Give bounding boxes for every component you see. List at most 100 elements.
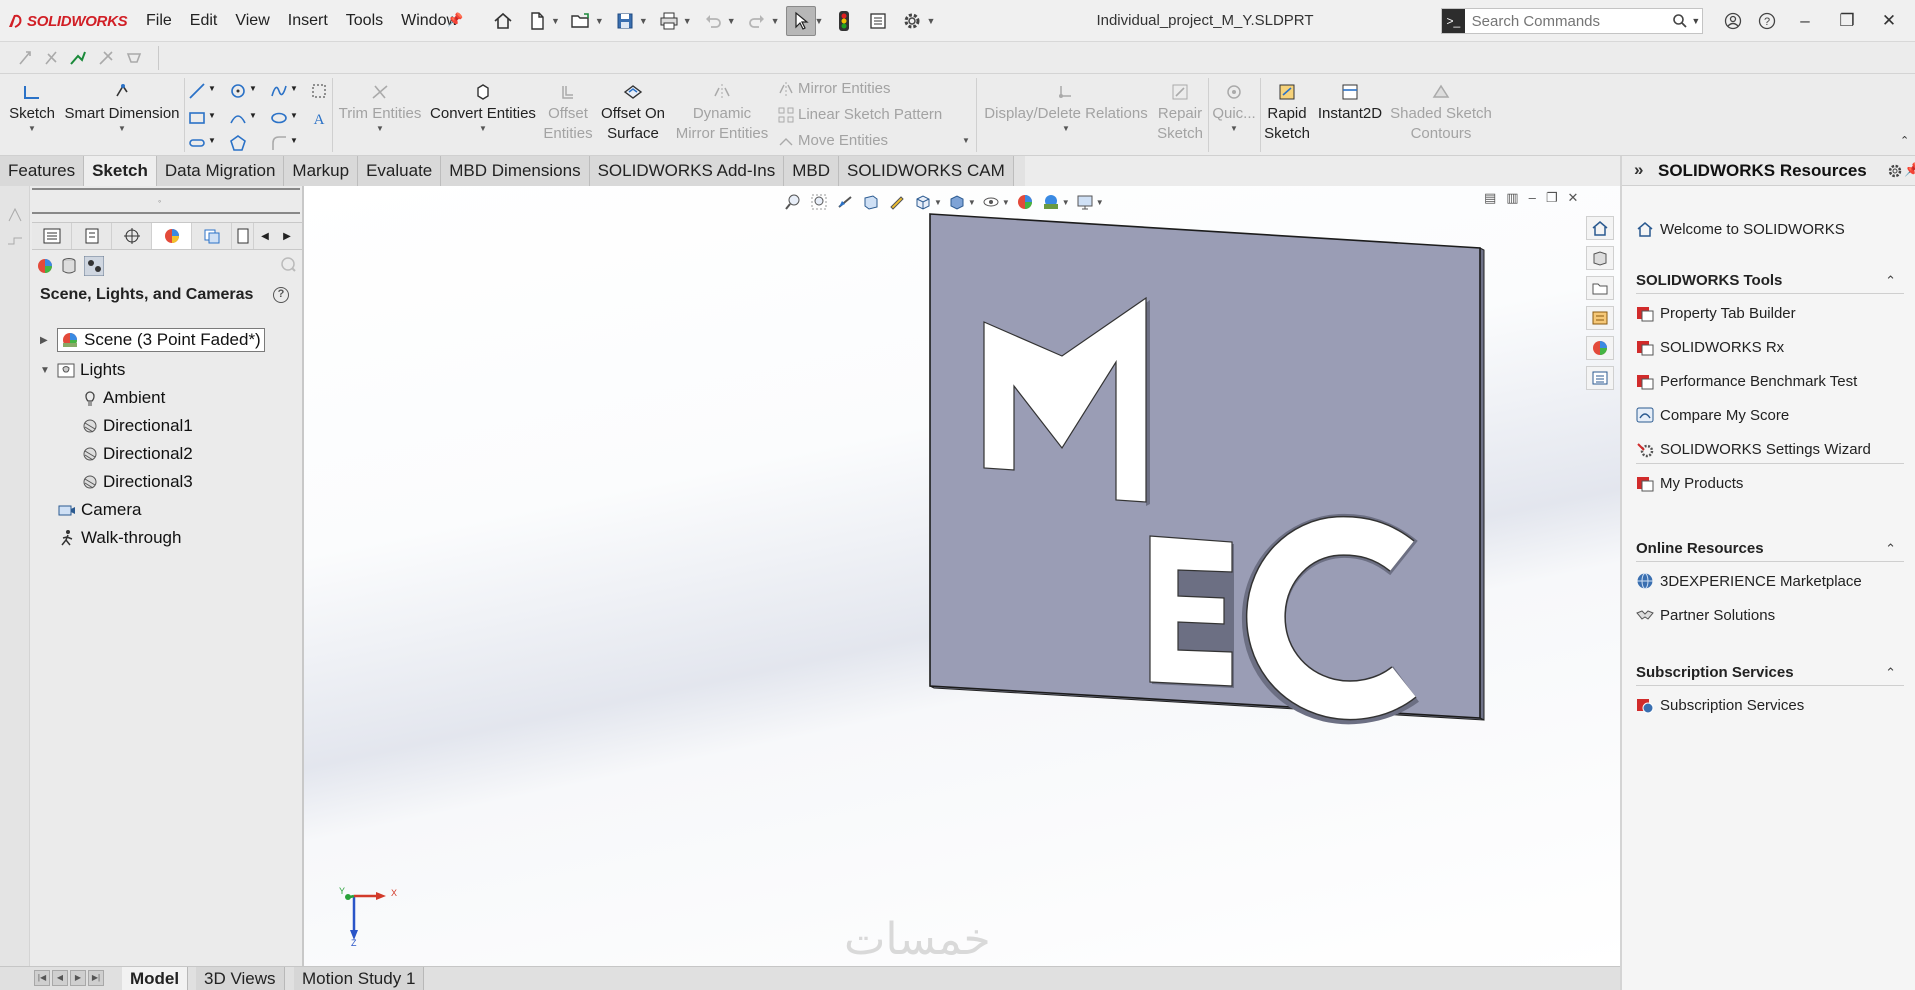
tab-solidworks-addins[interactable]: SOLIDWORKS Add-Ins	[589, 156, 785, 186]
collapse-ribbon-icon[interactable]: ⌃	[1900, 134, 1909, 147]
tree-directional2[interactable]: Directional2	[82, 442, 193, 466]
line-icon[interactable]	[188, 82, 206, 100]
tree-ambient[interactable]: Ambient	[82, 386, 165, 410]
feature-tree-tab-icon[interactable]	[32, 223, 72, 249]
display-style-dropdown-icon[interactable]: ▼	[968, 198, 976, 207]
construction-geometry-icon[interactable]	[310, 82, 328, 100]
view-settings-dropdown-icon[interactable]: ▼	[1096, 198, 1104, 207]
zoom-to-fit-icon[interactable]	[782, 191, 804, 213]
file-explorer-icon[interactable]	[1586, 276, 1614, 300]
tree-directional1[interactable]: Directional1	[82, 414, 193, 438]
section-view-icon[interactable]	[860, 191, 882, 213]
select-cursor-icon[interactable]	[785, 6, 816, 36]
tool-my-products[interactable]: My Products	[1636, 474, 1743, 492]
close-icon[interactable]: ✕	[1868, 0, 1910, 42]
menu-edit[interactable]: Edit	[181, 12, 227, 30]
tree-camera[interactable]: Camera	[58, 498, 141, 522]
fillet-icon[interactable]	[270, 134, 288, 152]
viewport-tile-right-icon[interactable]: ▥	[1506, 190, 1518, 206]
text-icon[interactable]: A	[310, 109, 328, 127]
model-view[interactable]: M E C	[304, 186, 1620, 966]
spline-icon[interactable]	[270, 82, 288, 100]
prev-tab-icon[interactable]: ◀	[52, 970, 68, 986]
options-dropdown-icon[interactable]: ▼	[926, 16, 935, 26]
pane-pin-icon[interactable]: 📌	[1904, 162, 1915, 178]
trim-entities-button[interactable]: Trim Entities ▼	[338, 80, 422, 134]
collapse-arrow-icon[interactable]: ▼	[40, 365, 52, 376]
dynamic-annotation-icon[interactable]	[886, 191, 908, 213]
apply-scene-dropdown-icon[interactable]: ▼	[1062, 198, 1070, 207]
custom-properties-icon[interactable]	[1586, 366, 1614, 390]
online-3dexperience-marketplace[interactable]: 3DEXPERIENCE Marketplace	[1636, 572, 1862, 590]
hide-show-dropdown-icon[interactable]: ▼	[1002, 198, 1010, 207]
open-folder-icon[interactable]	[566, 6, 596, 36]
sketch-tool-3-icon[interactable]	[68, 48, 88, 68]
circle-icon[interactable]	[229, 82, 247, 100]
open-dropdown-icon[interactable]: ▼	[595, 16, 604, 26]
user-account-icon[interactable]	[1716, 0, 1750, 42]
extra-tab-icon[interactable]	[232, 223, 254, 249]
instant2d-button[interactable]: Instant2D	[1314, 80, 1386, 124]
slot-icon[interactable]	[188, 134, 206, 152]
sketch-button[interactable]: Sketch ▼	[8, 80, 56, 134]
sketch-tool-2-icon[interactable]	[42, 48, 62, 68]
save-icon[interactable]	[610, 6, 640, 36]
display-style-icon[interactable]	[946, 191, 968, 213]
menu-view[interactable]: View	[226, 12, 278, 30]
first-tab-icon[interactable]: |◀	[34, 970, 50, 986]
view-palette-icon[interactable]	[1586, 306, 1614, 330]
search-icon[interactable]	[1671, 13, 1690, 29]
tool-compare-my-score[interactable]: Compare My Score	[1636, 406, 1789, 424]
apply-scene-icon[interactable]	[1040, 191, 1062, 213]
hide-show-items-icon[interactable]	[980, 191, 1002, 213]
print-icon[interactable]	[654, 6, 684, 36]
tab-model[interactable]: Model	[122, 967, 189, 990]
next-tab-icon[interactable]: ▶	[70, 970, 86, 986]
zoom-to-area-icon[interactable]	[808, 191, 830, 213]
tab-solidworks-cam[interactable]: SOLIDWORKS CAM	[838, 156, 1014, 186]
expand-arrow-icon[interactable]: ▶	[40, 335, 52, 346]
move-entities-button[interactable]: Move Entities	[778, 132, 888, 149]
redo-dropdown-icon[interactable]: ▼	[771, 16, 780, 26]
tab-motion-study[interactable]: Motion Study 1	[294, 967, 425, 990]
tab-markup[interactable]: Markup	[284, 156, 359, 186]
menu-tools[interactable]: Tools	[337, 12, 392, 30]
tab-data-migration[interactable]: Data Migration	[156, 156, 285, 186]
new-document-icon[interactable]	[522, 6, 552, 36]
linear-sketch-pattern-button[interactable]: Linear Sketch Pattern	[778, 106, 942, 123]
redo-icon[interactable]	[742, 6, 772, 36]
undo-dropdown-icon[interactable]: ▼	[727, 16, 736, 26]
decals-icon[interactable]	[60, 257, 78, 275]
tree-walkthrough[interactable]: Walk-through	[58, 526, 181, 550]
offset-on-surface-button[interactable]: Offset On Surface	[598, 80, 668, 144]
collapse-section-icon[interactable]: ⌃	[1885, 273, 1896, 289]
smart-dimension-button[interactable]: Smart Dimension ▼	[62, 80, 182, 134]
save-dropdown-icon[interactable]: ▼	[639, 16, 648, 26]
subscription-services-link[interactable]: Subscription Services	[1636, 696, 1804, 714]
arc-icon[interactable]	[229, 109, 247, 127]
tab-scroll-right-icon[interactable]: ▶	[276, 223, 298, 249]
collapse-section-icon[interactable]: ⌃	[1885, 541, 1896, 557]
restore-icon[interactable]: ❐	[1826, 0, 1868, 42]
appearances-scenes-icon[interactable]	[1586, 336, 1614, 360]
pin-menu-icon[interactable]: 📌	[447, 12, 463, 28]
design-library-icon[interactable]	[1586, 246, 1614, 270]
resources-home-icon[interactable]	[1586, 216, 1614, 240]
online-section-header[interactable]: Online Resources ⌃	[1636, 540, 1904, 562]
undo-icon[interactable]	[698, 6, 728, 36]
viewport-restore-icon[interactable]: ❐	[1546, 190, 1558, 206]
quick-snaps-button[interactable]: Quic... ▼	[1210, 80, 1258, 134]
search-commands-box[interactable]: >_ ▼	[1441, 8, 1703, 34]
search-commands-input[interactable]	[1464, 10, 1671, 32]
viewport-close-icon[interactable]: ✕	[1567, 190, 1578, 206]
rapid-sketch-button[interactable]: Rapid Sketch	[1264, 80, 1310, 144]
tab-3d-views[interactable]: 3D Views	[196, 967, 285, 990]
sketch-edge-icon[interactable]	[6, 206, 24, 224]
previous-view-icon[interactable]	[834, 191, 856, 213]
appearance-icon[interactable]	[36, 257, 54, 275]
repair-sketch-button[interactable]: Repair Sketch	[1154, 80, 1206, 144]
select-dropdown-icon[interactable]: ▼	[815, 16, 824, 26]
collapse-section-icon[interactable]: ⌃	[1885, 665, 1896, 681]
tool-property-tab-builder[interactable]: Property Tab Builder	[1636, 304, 1796, 322]
sketch-tool-4-icon[interactable]	[96, 48, 116, 68]
